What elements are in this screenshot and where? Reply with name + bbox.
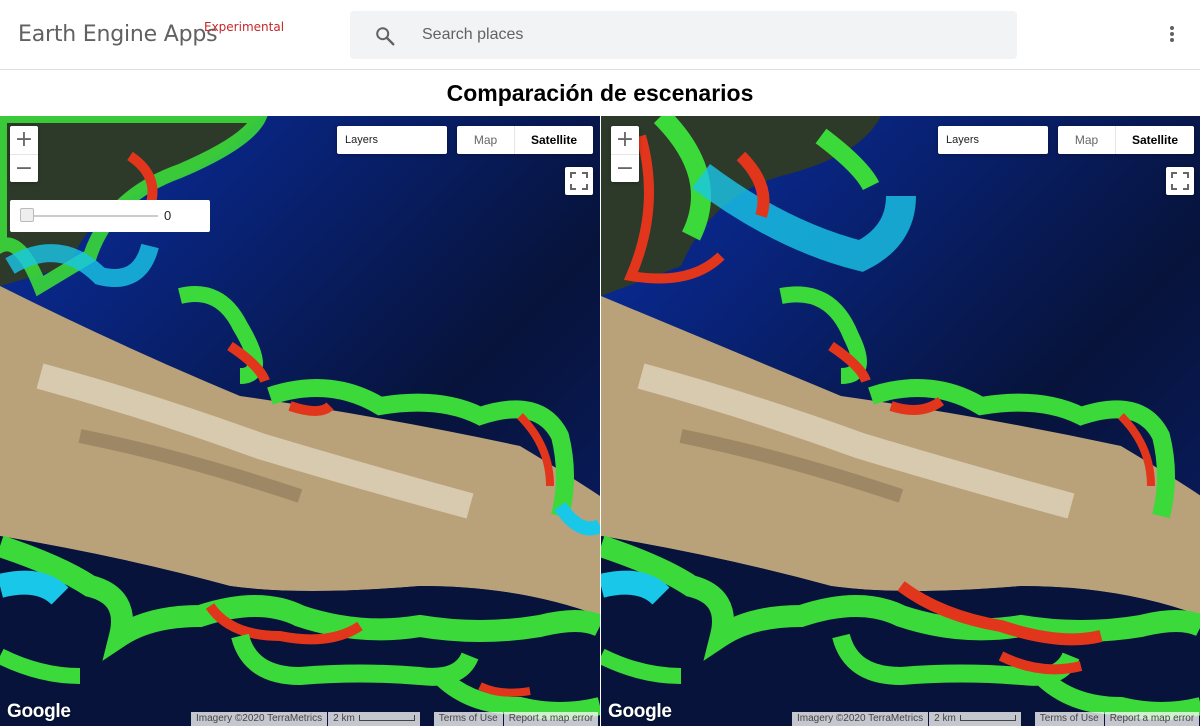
app-brand[interactable]: Earth Engine Apps — [18, 22, 218, 47]
fullscreen-icon — [1171, 172, 1189, 190]
scale-bar — [358, 715, 415, 722]
slider-thumb[interactable] — [20, 208, 34, 222]
map-panel-left[interactable]: + − Layers Map Satellite 0 Google Imager… — [0, 116, 600, 726]
search-input[interactable] — [422, 11, 1002, 59]
google-logo[interactable]: Google — [608, 701, 672, 723]
terms-link[interactable]: Terms of Use — [1034, 712, 1104, 726]
zoom-in-button[interactable]: + — [10, 126, 38, 154]
experimental-tag: Experimental — [204, 20, 285, 34]
map-type-map-button[interactable]: Map — [1058, 126, 1116, 154]
layers-dropdown[interactable]: Layers — [938, 126, 1048, 154]
slider-track[interactable] — [22, 215, 158, 217]
satellite-imagery — [601, 116, 1200, 726]
map-panel-right[interactable]: + − Layers Map Satellite Google Imagery … — [600, 116, 1200, 726]
layers-dropdown[interactable]: Layers — [337, 126, 447, 154]
map-type-satellite-button[interactable]: Satellite — [1116, 126, 1194, 154]
scenario-slider-panel: 0 — [10, 200, 210, 232]
terms-link[interactable]: Terms of Use — [433, 712, 503, 726]
fullscreen-button[interactable] — [565, 167, 593, 195]
map-type-satellite-button[interactable]: Satellite — [515, 126, 593, 154]
scale-label: 2 km — [333, 713, 355, 724]
fullscreen-icon — [570, 172, 588, 190]
scale-bar — [959, 715, 1016, 722]
map-type-control: Map Satellite — [1058, 126, 1194, 154]
zoom-control: + − — [10, 126, 38, 182]
zoom-out-button[interactable]: − — [10, 154, 38, 182]
slider-value: 0 — [164, 208, 172, 223]
imagery-credit: Imagery ©2020 TerraMetrics — [792, 712, 929, 726]
imagery-credit: Imagery ©2020 TerraMetrics — [191, 712, 328, 726]
more-vert-icon[interactable] — [1160, 24, 1184, 48]
map-type-map-button[interactable]: Map — [457, 126, 515, 154]
zoom-in-button[interactable]: + — [611, 126, 639, 154]
map-attribution: Imagery ©2020 TerraMetrics 2 km Terms of… — [791, 712, 1200, 726]
scale-indicator[interactable]: 2 km — [328, 712, 420, 726]
app-header: Earth Engine Apps Experimental — [0, 0, 1200, 70]
fullscreen-button[interactable] — [1166, 167, 1194, 195]
zoom-out-button[interactable]: − — [611, 154, 639, 182]
scale-label: 2 km — [934, 713, 956, 724]
google-logo[interactable]: Google — [7, 701, 71, 723]
search-bar[interactable] — [350, 11, 1017, 59]
page-title: Comparación de escenarios — [446, 80, 754, 106]
map-type-control: Map Satellite — [457, 126, 593, 154]
scale-indicator[interactable]: 2 km — [929, 712, 1021, 726]
zoom-control: + − — [611, 126, 639, 182]
search-icon[interactable] — [374, 25, 396, 47]
report-error-link[interactable]: Report a map error — [503, 712, 599, 726]
report-error-link[interactable]: Report a map error — [1104, 712, 1200, 726]
map-attribution: Imagery ©2020 TerraMetrics 2 km Terms of… — [190, 712, 599, 726]
